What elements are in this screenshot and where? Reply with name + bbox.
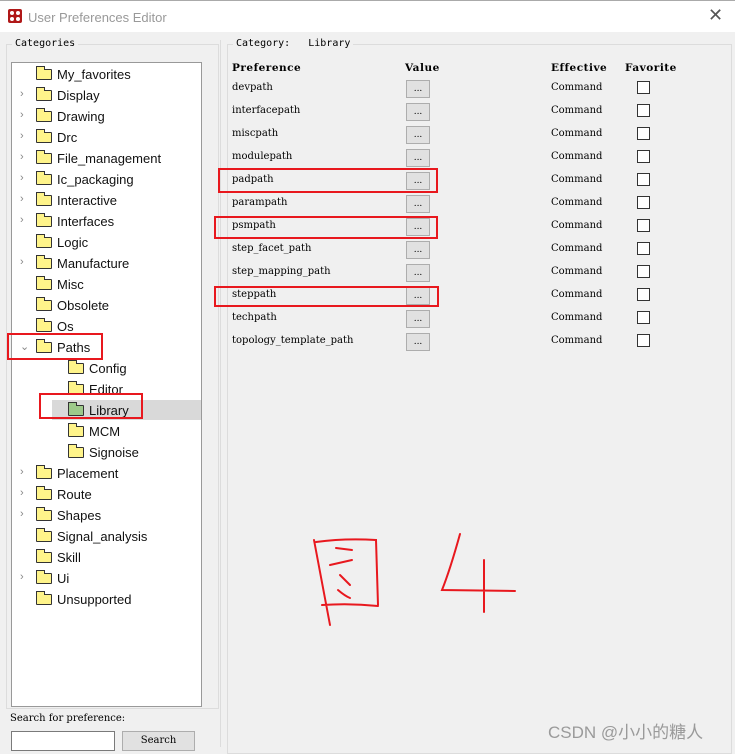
handwritten-annotation — [313, 533, 516, 626]
watermark: CSDN @小小的糖人 — [548, 723, 704, 742]
